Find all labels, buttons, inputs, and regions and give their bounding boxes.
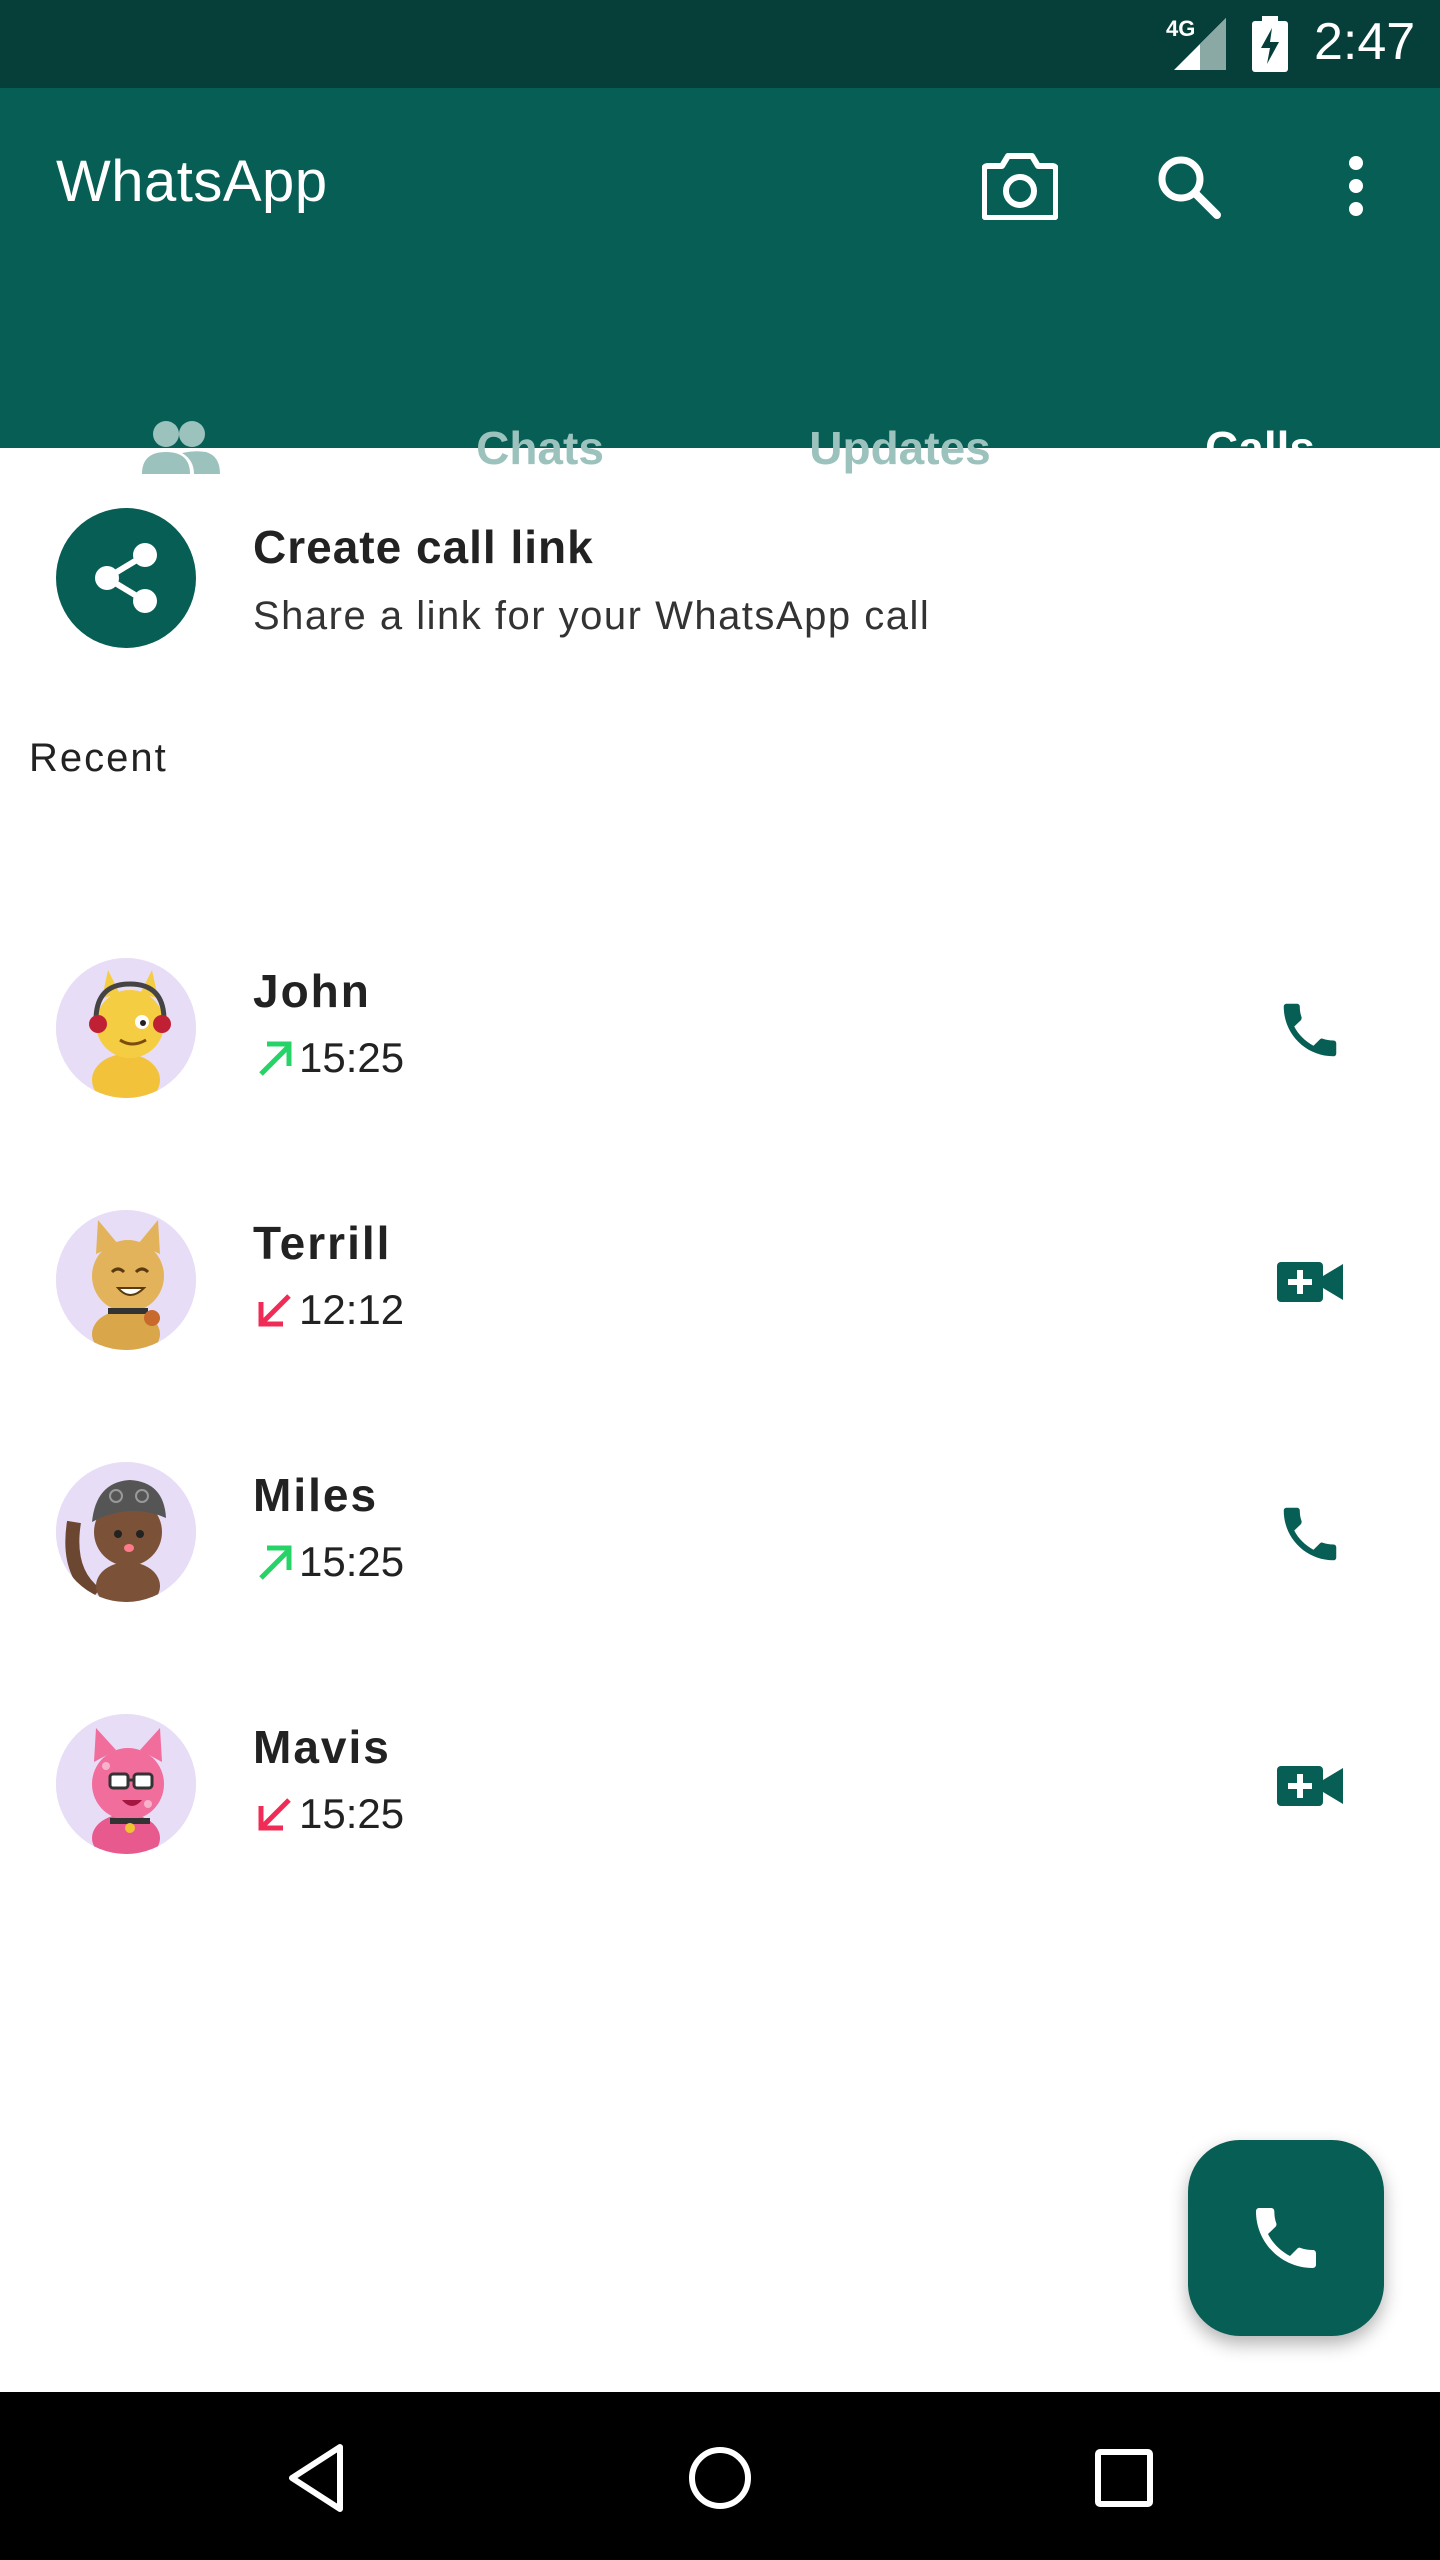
- share-avatar: [56, 508, 196, 648]
- call-time: 12:12: [299, 1286, 405, 1333]
- create-link-subtitle: Share a link for your WhatsApp call: [253, 594, 931, 638]
- contact-name: John: [253, 965, 371, 1017]
- section-header-recent: Recent: [29, 736, 168, 780]
- contact-name: Terrill: [253, 1217, 392, 1269]
- home-button[interactable]: [670, 2428, 770, 2528]
- back-triangle-icon: [289, 2444, 343, 2512]
- camera-icon: [982, 153, 1058, 220]
- outgoing-call-arrow-icon: [259, 1041, 292, 1076]
- recents-button[interactable]: [1074, 2428, 1174, 2528]
- navigation-bar: [0, 2392, 1440, 2560]
- app-title: WhatsApp: [56, 149, 328, 214]
- create-call-link-item[interactable]: Create call link Share a link for your W…: [0, 490, 1440, 670]
- share-icon: [95, 543, 157, 613]
- phone-icon: [1283, 1507, 1337, 1561]
- battery-charging-icon: [1252, 16, 1288, 72]
- call-log-row[interactable]: Miles 15:25: [0, 1420, 1440, 1650]
- create-link-title: Create call link: [253, 521, 594, 573]
- camera-button[interactable]: [972, 138, 1068, 234]
- status-bar: 4G 2:47: [0, 0, 1440, 88]
- voice-call-button[interactable]: [1260, 980, 1360, 1080]
- community-icon: [142, 421, 220, 474]
- missed-incoming-call-arrow-icon: [258, 1294, 291, 1327]
- missed-incoming-call-arrow-icon: [258, 1798, 291, 1831]
- call-details: 15:25: [253, 1538, 404, 1586]
- app-bar: WhatsApp Chats Updates Calls: [0, 88, 1440, 532]
- more-vert-icon: [1349, 156, 1363, 216]
- video-call-button[interactable]: [1260, 1232, 1360, 1332]
- clock: 2:47: [1314, 13, 1416, 71]
- call-log-row[interactable]: John 15:25: [0, 916, 1440, 1146]
- contact-name: Mavis: [253, 1721, 391, 1773]
- call-details: 15:25: [253, 1790, 404, 1838]
- call-log-row[interactable]: Terrill 12:12: [0, 1168, 1440, 1398]
- voice-call-button[interactable]: [1260, 1484, 1360, 1584]
- call-time: 15:25: [299, 1034, 405, 1081]
- phone-icon: [1283, 1003, 1337, 1057]
- search-icon: [1158, 156, 1221, 219]
- call-log-row[interactable]: Mavis 15:25: [0, 1672, 1440, 1902]
- call-details: 12:12: [253, 1286, 404, 1334]
- new-call-fab[interactable]: [1188, 2140, 1384, 2336]
- call-time: 15:25: [299, 1790, 405, 1837]
- avatar: [56, 1210, 196, 1350]
- video-call-icon: [1277, 1766, 1343, 1806]
- back-button[interactable]: [266, 2428, 366, 2528]
- avatar: [56, 1462, 196, 1602]
- avatar: [56, 1714, 196, 1854]
- outgoing-call-arrow-icon: [259, 1545, 292, 1580]
- video-call-button[interactable]: [1260, 1736, 1360, 1836]
- cat-avatar-image: [56, 958, 196, 1098]
- avatar: [56, 958, 196, 1098]
- more-options-button[interactable]: [1308, 138, 1404, 234]
- cat-avatar-image: [56, 1714, 196, 1854]
- cell-signal-icon: [1174, 18, 1226, 70]
- call-details: 15:25: [253, 1034, 404, 1082]
- contact-name: Miles: [253, 1469, 379, 1521]
- home-circle-icon: [689, 2447, 751, 2509]
- recents-square-icon: [1095, 2449, 1153, 2507]
- video-call-icon: [1277, 1262, 1343, 1302]
- call-time: 15:25: [299, 1538, 405, 1585]
- cat-avatar-image: [56, 1210, 196, 1350]
- search-button[interactable]: [1140, 138, 1236, 234]
- cat-avatar-image: [56, 1462, 196, 1602]
- phone-icon: [1256, 2208, 1316, 2268]
